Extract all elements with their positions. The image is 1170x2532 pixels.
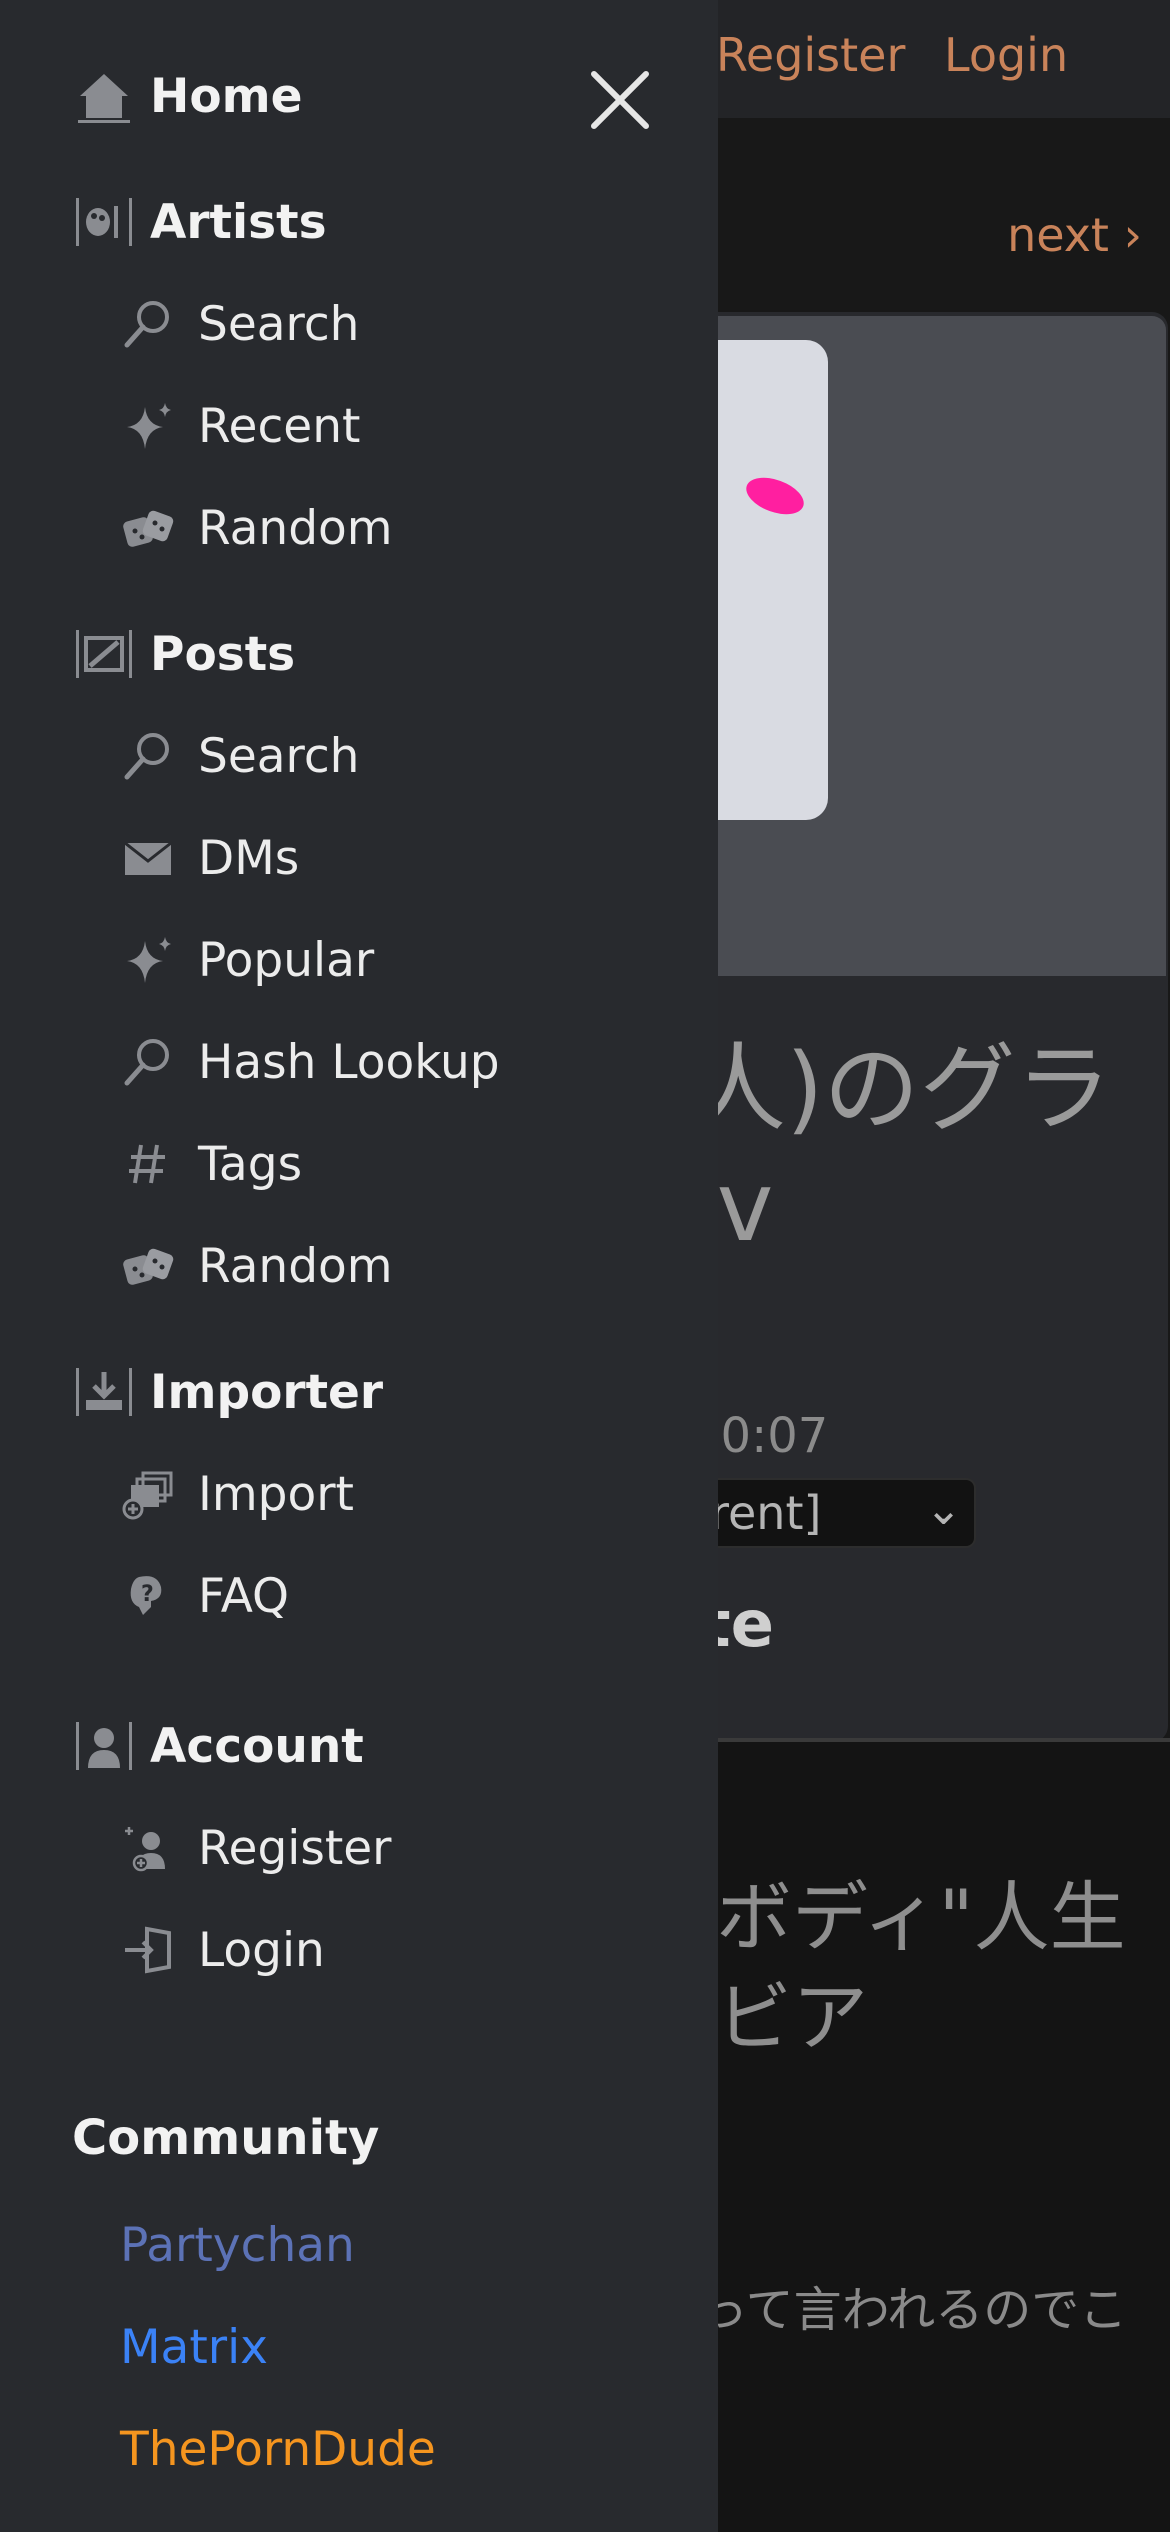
nav-importer-faq[interactable]: ? FAQ	[120, 1556, 289, 1636]
nav-posts-popular-label: Popular	[198, 932, 375, 988]
nav-posts-label: Posts	[150, 626, 296, 682]
nav-posts-popular[interactable]: Popular	[120, 920, 374, 1000]
nav-importer[interactable]: Importer	[72, 1352, 383, 1432]
login-icon	[120, 1922, 176, 1978]
nav-posts-random[interactable]: Random	[120, 1226, 393, 1306]
svg-text:?: ?	[141, 1582, 154, 1607]
register-icon	[120, 1820, 176, 1876]
nav-account-login[interactable]: Login	[120, 1910, 325, 1990]
matrix-link[interactable]: Matrix	[120, 2320, 268, 2375]
nav-posts-dms-label: DMs	[198, 830, 300, 886]
search-icon	[120, 728, 176, 784]
nav-posts-tags[interactable]: Tags	[120, 1124, 302, 1204]
nav-posts-hash-lookup[interactable]: Hash Lookup	[120, 1022, 500, 1102]
nav-posts-search[interactable]: Search	[120, 716, 359, 796]
nav-artists-random-label: Random	[198, 500, 393, 556]
nav-importer-import-label: Import	[198, 1466, 354, 1522]
theporndude-link[interactable]: ThePornDude	[120, 2422, 436, 2477]
nav-importer-import[interactable]: Import	[120, 1454, 354, 1534]
nav-posts-hash-lookup-label: Hash Lookup	[198, 1034, 500, 1090]
import-icon	[120, 1466, 176, 1522]
next-link[interactable]: next ›	[1007, 208, 1142, 262]
nav-artists-label: Artists	[150, 194, 327, 250]
envelope-icon	[120, 830, 176, 886]
home-icon	[72, 64, 136, 128]
artwork-detail	[741, 470, 809, 522]
nav-artists-search-label: Search	[198, 296, 360, 352]
nav-posts-search-label: Search	[198, 728, 360, 784]
search-icon	[120, 1034, 176, 1090]
nav-account-register-label: Register	[198, 1820, 392, 1876]
nav-account-login-label: Login	[198, 1922, 325, 1978]
close-button[interactable]	[588, 68, 652, 132]
faq-icon: ?	[120, 1568, 176, 1624]
nav-posts-tags-label: Tags	[198, 1136, 303, 1192]
nav-home[interactable]: Home	[72, 56, 302, 136]
account-icon	[72, 1714, 136, 1778]
nav-importer-label: Importer	[150, 1364, 384, 1420]
search-icon	[120, 296, 176, 352]
importer-icon	[72, 1360, 136, 1424]
partychan-link[interactable]: Partychan	[120, 2218, 355, 2273]
sparkle-icon	[120, 932, 176, 988]
post-body-heading: ボディ"人生 ビア	[716, 1873, 1126, 2062]
community-heading: Community	[72, 2110, 380, 2166]
sparkle-icon	[120, 398, 176, 454]
side-drawer: Home Artists Search Recent Random Posts	[0, 0, 718, 2532]
chevron-down-icon: ⌄	[925, 1484, 962, 1535]
nav-home-label: Home	[150, 68, 303, 124]
artists-icon	[72, 190, 136, 254]
nav-artists[interactable]: Artists	[72, 182, 327, 262]
posts-icon	[72, 622, 136, 686]
nav-posts-dms[interactable]: DMs	[120, 818, 299, 898]
login-link[interactable]: Login	[944, 28, 1068, 82]
nav-posts-random-label: Random	[198, 1238, 393, 1294]
hash-icon	[120, 1136, 176, 1192]
nav-artists-search[interactable]: Search	[120, 284, 359, 364]
nav-posts[interactable]: Posts	[72, 614, 295, 694]
nav-artists-random[interactable]: Random	[120, 488, 393, 568]
dice-icon	[120, 500, 176, 556]
close-icon	[591, 71, 649, 129]
nav-account-label: Account	[150, 1718, 364, 1774]
post-body-text: って言われるのでこ	[700, 2282, 1128, 2338]
nav-importer-faq-label: FAQ	[198, 1568, 290, 1624]
dice-icon	[120, 1238, 176, 1294]
post-title: 人)のグラ iv	[690, 1033, 1112, 1263]
register-link[interactable]: Register	[716, 28, 905, 82]
nav-artists-recent-label: Recent	[198, 398, 361, 454]
nav-artists-recent[interactable]: Recent	[120, 386, 360, 466]
nav-account-register[interactable]: Register	[120, 1808, 392, 1888]
nav-account[interactable]: Account	[72, 1706, 364, 1786]
